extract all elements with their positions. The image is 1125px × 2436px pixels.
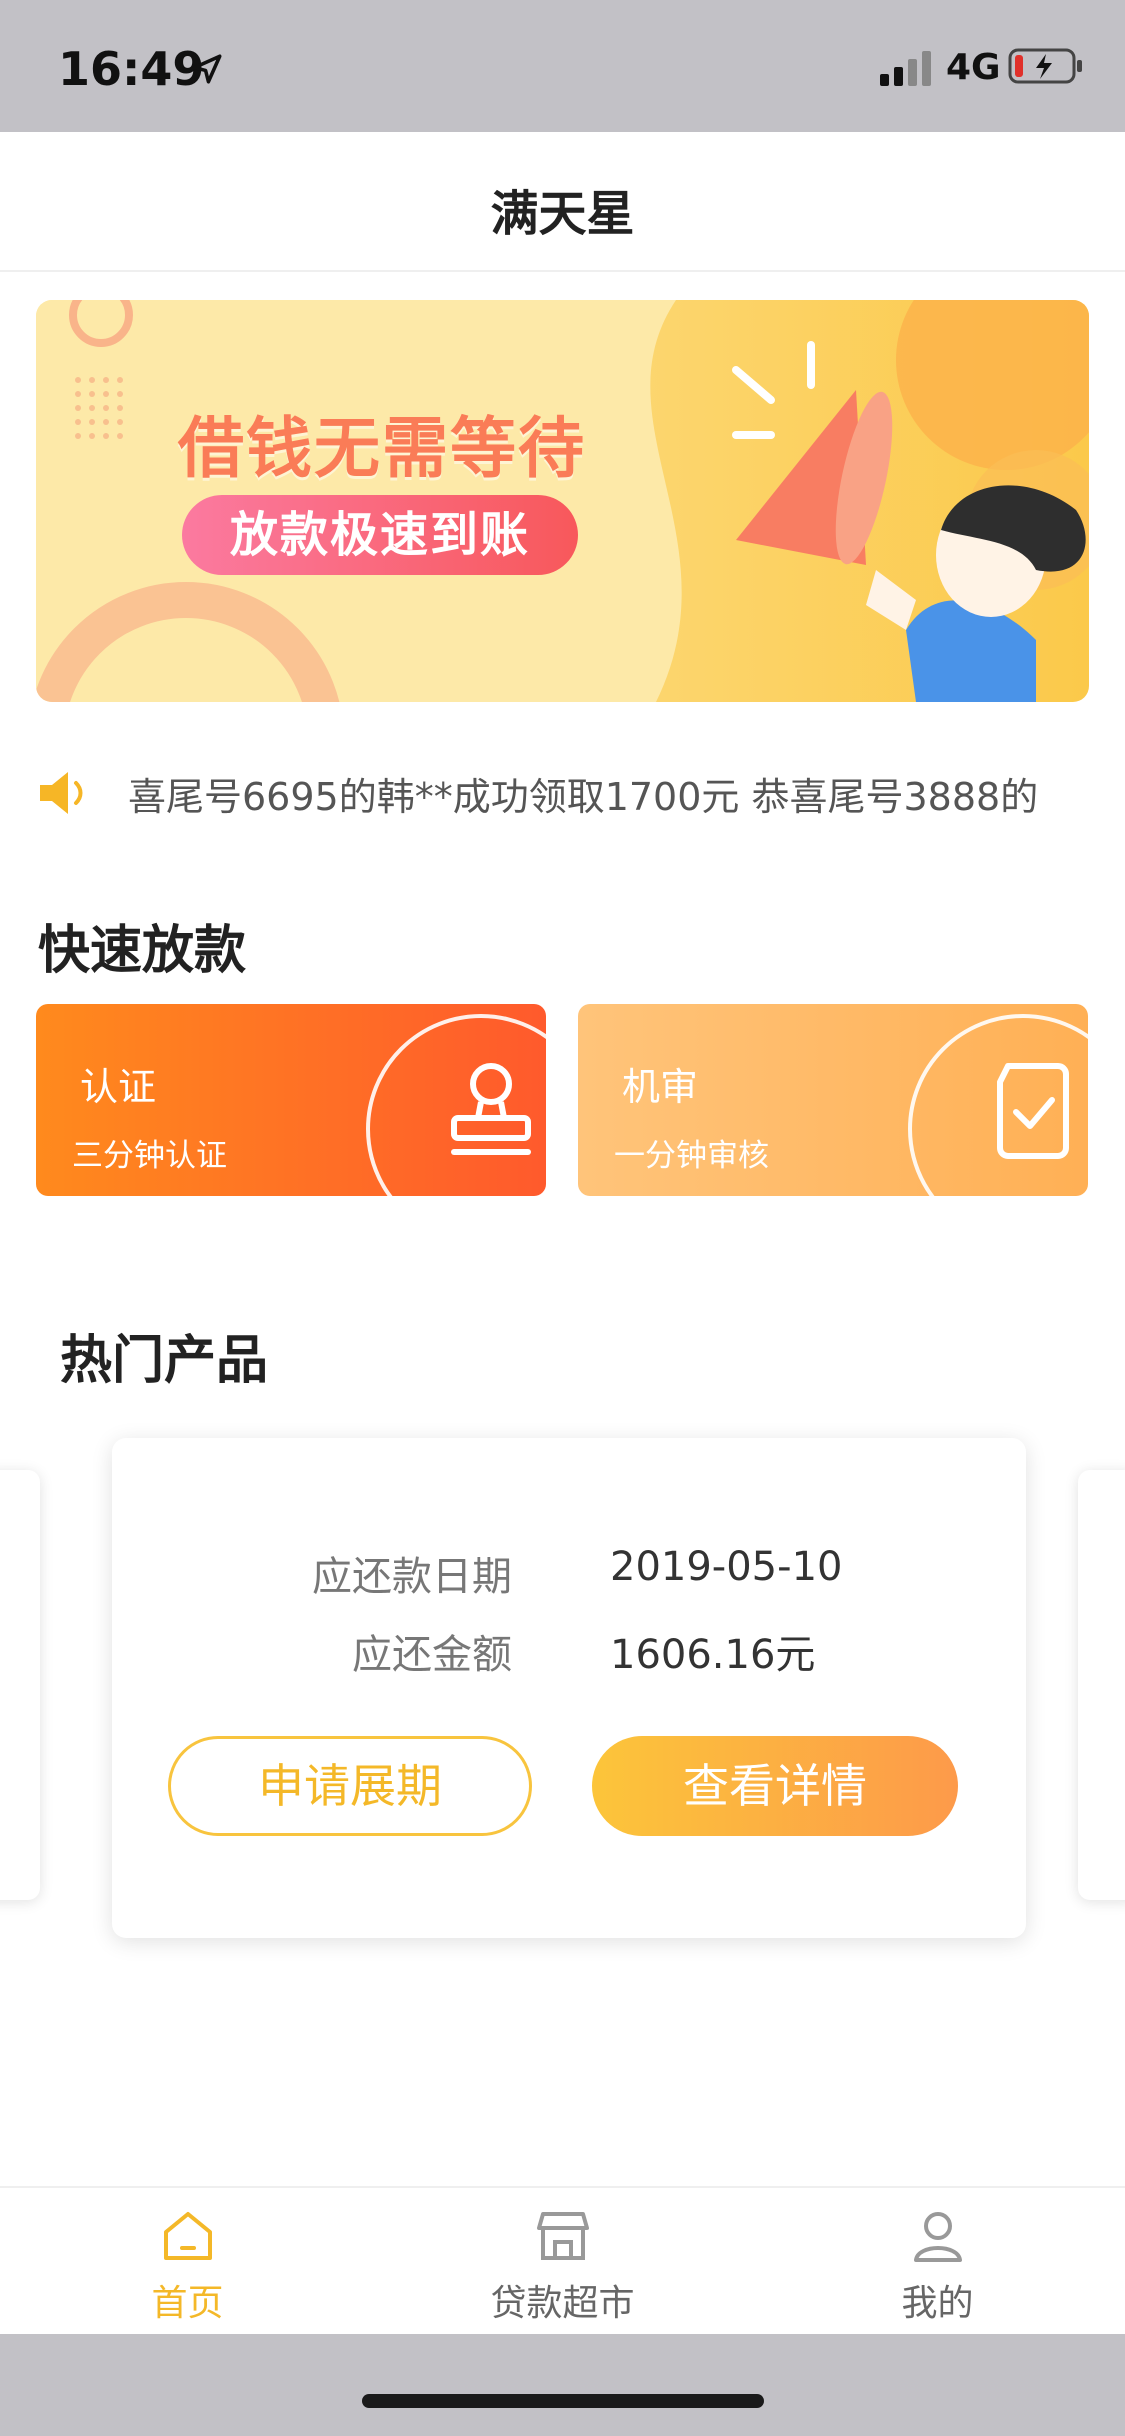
amount-label: 应还金额 [352, 1632, 512, 1678]
quick-card-review[interactable]: 机审 一分钟审核 [578, 1004, 1088, 1196]
quick-section-title: 快速放款 [38, 921, 247, 981]
quick-card-verify[interactable]: 认证 三分钟认证 [36, 1004, 546, 1196]
battery-charging-icon [1008, 48, 1082, 84]
stamp-icon [451, 1063, 531, 1155]
tab-label: 贷款超市 [490, 2283, 635, 2324]
location-arrow-icon [192, 54, 222, 84]
banner-headline: 借钱无需等待 [178, 410, 586, 487]
status-bar: 16:49 4G [0, 0, 1125, 132]
carousel-prev-card[interactable] [0, 1470, 40, 1900]
due-date-value: 2019-05-10 [610, 1544, 843, 1590]
notice-marquee: 喜尾号6695的韩**成功领取1700元 恭喜尾号3888的 [36, 762, 1046, 822]
notice-text: 喜尾号6695的韩**成功领取1700元 恭喜尾号3888的 [128, 775, 1039, 819]
home-indicator[interactable] [362, 2394, 764, 2408]
network-type: 4G [946, 47, 1001, 88]
nav-bar: 满天星 [0, 132, 1125, 272]
banner-pill: 放款极速到账 [182, 495, 578, 575]
carousel-next-card[interactable] [1078, 1470, 1125, 1900]
due-date-label: 应还款日期 [312, 1554, 512, 1600]
page-title: 满天星 [490, 186, 635, 242]
status-time: 16:49 [58, 42, 205, 96]
tab-loan-market[interactable]: 贷款超市 [375, 2188, 750, 2336]
speaker-icon [40, 772, 83, 814]
banner-illustration [36, 300, 1089, 702]
apply-extension-button[interactable]: 申请展期 [168, 1736, 532, 1836]
tab-home[interactable]: 首页 [0, 2188, 375, 2336]
quick-card-title: 机审 [622, 1065, 699, 1109]
promo-banner[interactable]: 借钱无需等待 放款极速到账 [36, 300, 1089, 702]
quick-card-subtitle: 三分钟认证 [72, 1138, 227, 1174]
quick-card-subtitle: 一分钟审核 [614, 1138, 769, 1174]
store-icon [537, 2212, 589, 2260]
home-indicator-area [0, 2334, 1125, 2436]
user-icon [914, 2212, 962, 2262]
tab-label: 首页 [151, 2283, 224, 2324]
hot-section-title: 热门产品 [60, 1331, 269, 1391]
view-details-button[interactable]: 查看详情 [592, 1736, 958, 1836]
home-icon [164, 2212, 212, 2260]
signal-icon [880, 51, 931, 86]
quick-card-title: 认证 [80, 1065, 157, 1109]
tab-label: 我的 [901, 2283, 974, 2324]
product-card: 应还款日期 2019-05-10 应还金额 1606.16元 申请展期 查看详情 [112, 1438, 1026, 1938]
amount-value: 1606.16元 [610, 1632, 816, 1678]
tab-mine[interactable]: 我的 [750, 2188, 1125, 2336]
tab-bar: 首页 贷款超市 我的 [0, 2186, 1125, 2334]
document-check-icon [997, 1063, 1069, 1159]
